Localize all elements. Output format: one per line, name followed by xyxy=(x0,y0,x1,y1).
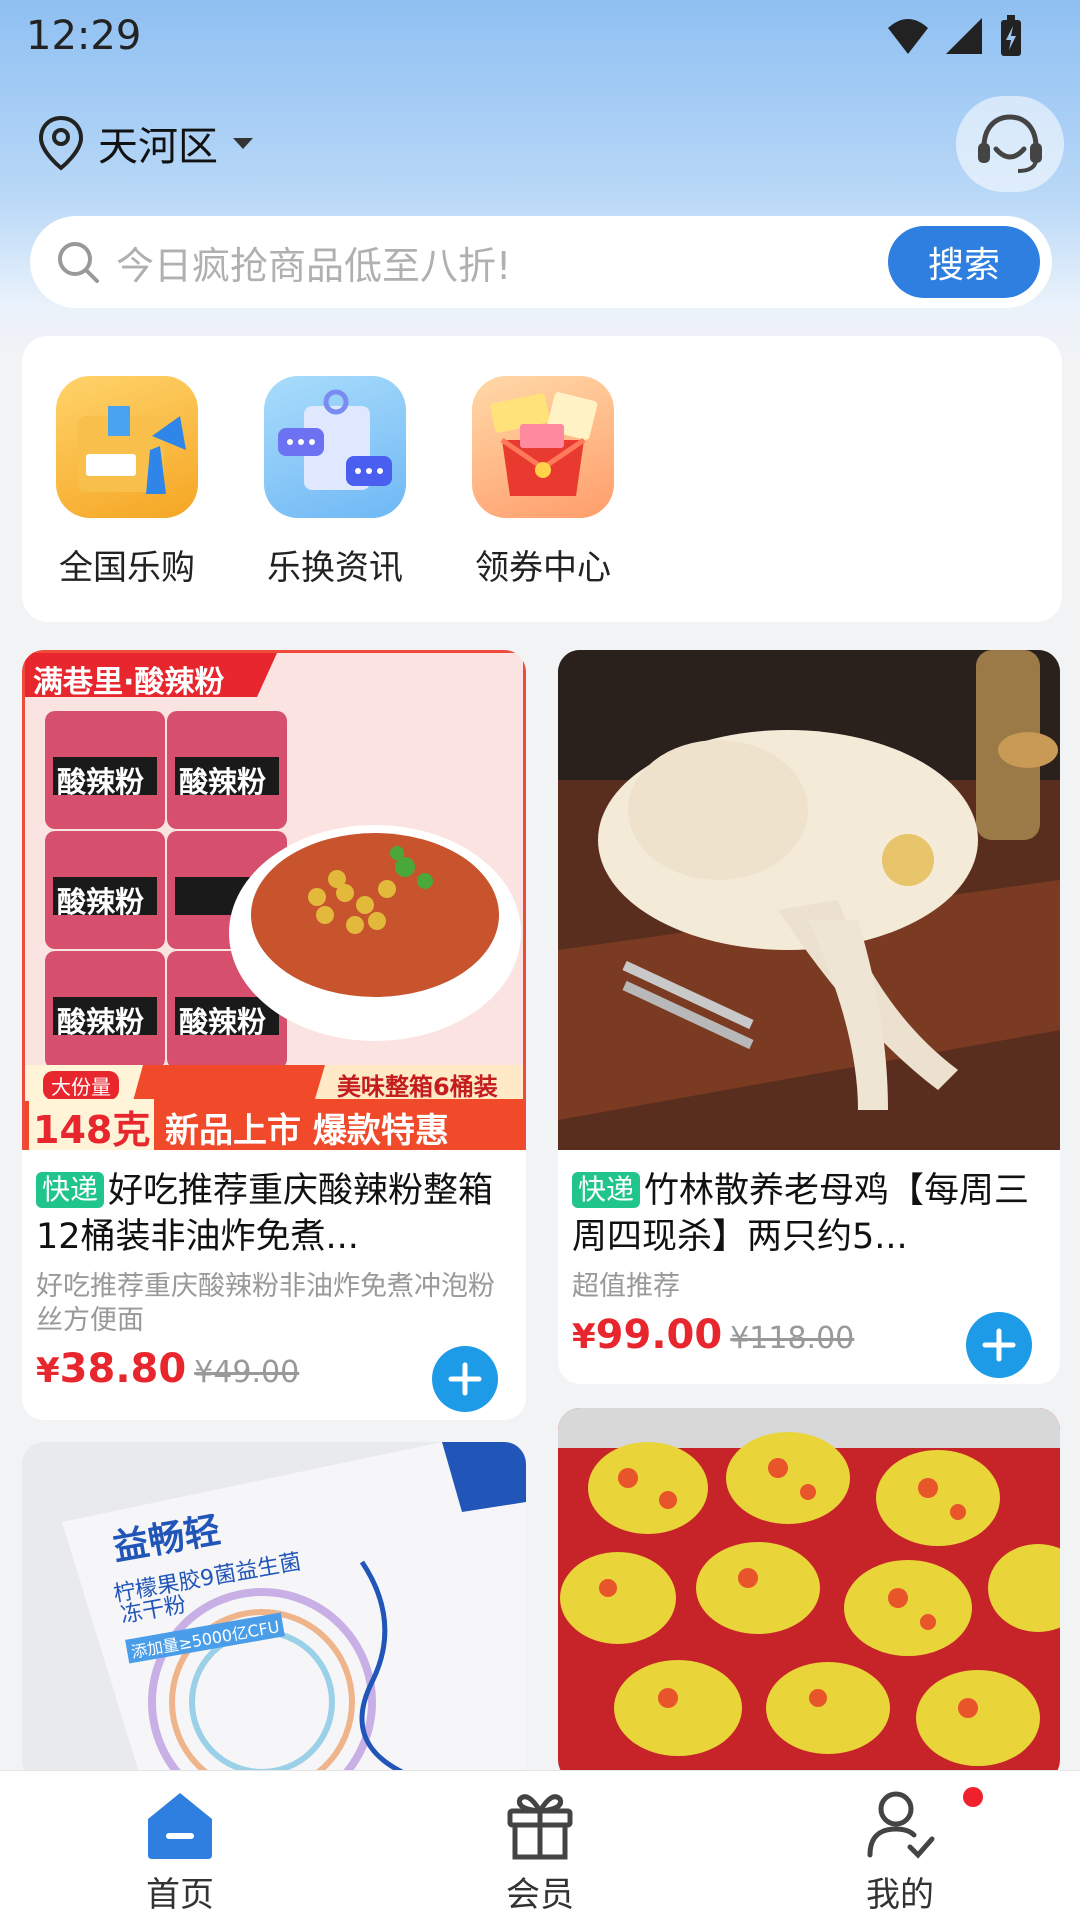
product-image-probiotic: 益畅轻 柠檬果胶9菌益生菌 冻干粉 添加量≥5000亿CFU xyxy=(22,1442,526,1782)
product-price: ¥99.00 xyxy=(572,1312,722,1358)
gift-icon xyxy=(507,1794,573,1860)
image-cup-text: 酸辣粉 xyxy=(179,1005,267,1039)
caret-down-icon xyxy=(233,138,253,149)
product-original-price: ¥49.00 xyxy=(194,1355,300,1390)
status-bar: 12:29 xyxy=(0,0,1080,72)
search-input[interactable]: 今日疯抢商品低至八折! xyxy=(116,235,511,290)
product-price-value: 38.80 xyxy=(59,1346,187,1392)
express-tag: 快递 xyxy=(572,1172,641,1208)
nav-label: 首页 xyxy=(146,1875,214,1915)
image-badge-top: 大份量 xyxy=(43,1071,119,1100)
currency-symbol: ¥ xyxy=(572,1317,596,1357)
add-to-cart-button[interactable] xyxy=(432,1346,498,1412)
price-row: ¥99.00 ¥118.00 xyxy=(572,1312,1046,1382)
status-time: 12:29 xyxy=(26,13,142,59)
chat-clipboard-icon xyxy=(264,376,406,518)
headset-icon xyxy=(978,114,1042,173)
product-title: 快递 好吃推荐重庆酸辣粉整箱12桶装非油炸免煮... xyxy=(36,1168,512,1260)
nav-label: 会员 xyxy=(506,1875,574,1915)
image-banner-text: 满巷里·酸辣粉 xyxy=(33,665,225,700)
product-body: 快递 竹林散养老母鸡【每周三周四现杀】两只约5... 超值推荐 ¥99.00 ¥1… xyxy=(558,1150,1060,1382)
product-title: 快递 竹林散养老母鸡【每周三周四现杀】两只约5... xyxy=(572,1168,1046,1260)
plus-icon xyxy=(982,1328,1016,1362)
notification-dot xyxy=(963,1787,983,1807)
nav-membership[interactable]: 会员 xyxy=(450,1785,630,1916)
product-card[interactable]: 快递 竹林散养老母鸡【每周三周四现杀】两只约5... 超值推荐 ¥99.00 ¥1… xyxy=(558,650,1060,1384)
quick-link-news[interactable]: 乐换资讯 xyxy=(260,376,410,589)
express-tag: 快递 xyxy=(36,1172,105,1208)
product-price-value: 99.00 xyxy=(595,1312,723,1358)
product-price: ¥38.80 xyxy=(36,1346,186,1392)
image-weight-text: 148克 xyxy=(29,1099,155,1150)
search-bar[interactable]: 今日疯抢商品低至八折! 搜索 xyxy=(30,216,1052,308)
image-bottom-text: 新品上市 爆款特惠 xyxy=(165,1111,449,1150)
location-selector[interactable]: 天河区 xyxy=(36,110,256,176)
product-title-text: 好吃推荐重庆酸辣粉整箱12桶装非油炸免煮... xyxy=(36,1171,494,1257)
user-icon xyxy=(867,1791,935,1859)
plus-icon xyxy=(448,1362,482,1396)
nav-home[interactable]: 首页 xyxy=(90,1785,270,1916)
wifi-icon xyxy=(888,19,928,54)
search-icon xyxy=(58,242,99,283)
price-row: ¥38.80 ¥49.00 xyxy=(36,1346,512,1416)
product-card[interactable]: 满巷里·酸辣粉 酸辣粉 酸辣粉 酸辣粉 酸辣粉 酸辣粉 大份量 美味整箱6桶装 … xyxy=(22,650,526,1420)
product-image-chicken xyxy=(558,650,1060,1150)
signal-icon xyxy=(946,18,982,54)
image-cup-text: 酸辣粉 xyxy=(57,1005,145,1039)
quick-link-label: 乐换资讯 xyxy=(267,548,403,588)
customer-service-button[interactable] xyxy=(956,96,1064,192)
image-cup-text: 酸辣粉 xyxy=(57,885,145,919)
product-card[interactable]: 益畅轻 柠檬果胶9菌益生菌 冻干粉 添加量≥5000亿CFU xyxy=(22,1442,526,1782)
product-image-noodles: 满巷里·酸辣粉 酸辣粉 酸辣粉 酸辣粉 酸辣粉 酸辣粉 大份量 美味整箱6桶装 … xyxy=(22,650,526,1150)
product-description: 超值推荐 xyxy=(572,1271,680,1302)
search-button[interactable]: 搜索 xyxy=(888,226,1040,298)
quick-links-card: 全国乐购 乐换资讯 领券中心 xyxy=(22,336,1062,622)
image-ribbon-text: 美味整箱6桶装 xyxy=(337,1073,498,1101)
product-image-eggs xyxy=(558,1408,1060,1782)
status-icons xyxy=(886,14,1024,58)
product-title-text: 竹林散养老母鸡【每周三周四现杀】两只约5... xyxy=(572,1171,1030,1257)
product-original-price: ¥118.00 xyxy=(730,1321,855,1356)
bottom-navigation: 首页 会员 我的 xyxy=(0,1770,1080,1920)
location-pin-icon xyxy=(38,115,84,171)
battery-icon xyxy=(1001,15,1021,56)
home-icon xyxy=(148,1793,212,1859)
image-cup-text: 酸辣粉 xyxy=(57,765,145,799)
product-body: 快递 好吃推荐重庆酸辣粉整箱12桶装非油炸免煮... 好吃推荐重庆酸辣粉非油炸免煮… xyxy=(22,1150,526,1416)
currency-symbol: ¥ xyxy=(36,1351,60,1391)
package-icon xyxy=(56,376,198,518)
image-cup-text: 酸辣粉 xyxy=(179,765,267,799)
nav-label: 我的 xyxy=(866,1875,934,1915)
quick-link-coupon-center[interactable]: 领券中心 xyxy=(468,376,618,589)
product-description: 好吃推荐重庆酸辣粉非油炸免煮冲泡粉丝方便面 xyxy=(36,1271,495,1336)
quick-link-label: 全国乐购 xyxy=(59,548,195,588)
coupon-icon xyxy=(472,376,614,518)
quick-link-label: 领券中心 xyxy=(475,548,611,588)
quick-link-nationwide-shopping[interactable]: 全国乐购 xyxy=(52,376,202,589)
location-text: 天河区 xyxy=(98,124,218,170)
add-to-cart-button[interactable] xyxy=(966,1312,1032,1378)
product-card[interactable] xyxy=(558,1408,1060,1782)
nav-profile[interactable]: 我的 xyxy=(810,1785,990,1916)
